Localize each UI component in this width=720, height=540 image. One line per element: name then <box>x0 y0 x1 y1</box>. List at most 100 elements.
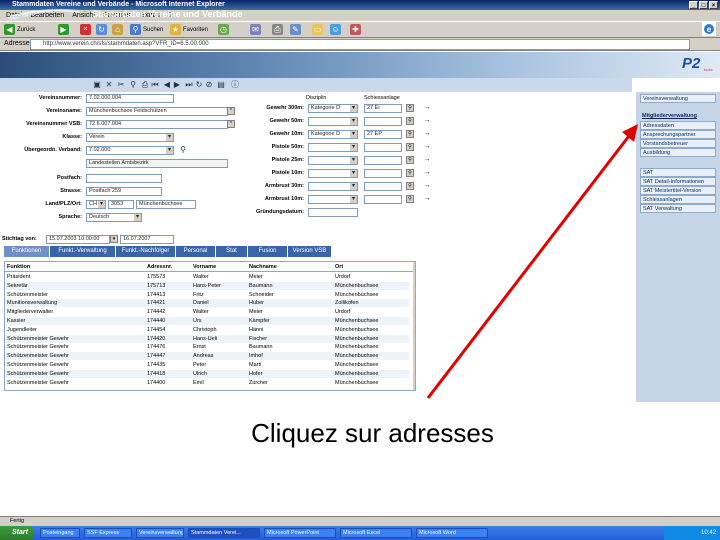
taskbar-item[interactable]: Vereinsverwaltung <box>136 528 184 538</box>
prev-record-icon[interactable]: ◀ <box>162 80 172 90</box>
search-label[interactable]: Suchen <box>143 24 163 36</box>
input-stichtag-to[interactable]: 16.07.2007 <box>120 235 174 244</box>
column-header-nachname[interactable]: Nachname <box>249 264 277 270</box>
taskbar-item[interactable]: Microsoft PowerPoint <box>264 528 336 538</box>
taskbar-item[interactable]: Stammdaten Verei... <box>188 528 260 538</box>
info-icon[interactable]: ⓘ <box>230 80 240 90</box>
scissors-icon[interactable]: ✂ <box>116 80 126 90</box>
print-icon[interactable]: ⎙ <box>140 80 150 90</box>
close-icon[interactable]: × <box>709 1 718 9</box>
search-anlage-icon[interactable]: ⚲ <box>406 156 414 164</box>
input-vereinsnummer-vsb[interactable]: 72.6.007.004 <box>86 120 228 129</box>
start-button[interactable]: Start <box>0 526 34 540</box>
select-disziplin[interactable] <box>308 156 358 165</box>
input-strasse[interactable]: Postfach 259 <box>86 187 162 196</box>
select-klasse[interactable]: Verein <box>86 133 174 142</box>
nav-adressdaten[interactable]: Adressdaten <box>640 121 716 130</box>
column-header-ort[interactable]: Ort <box>335 264 343 270</box>
vereinsnummer-vsb-more-button[interactable]: * <box>227 120 235 128</box>
taskbar-item[interactable]: SSF Express <box>84 528 132 538</box>
input-schiessanlage[interactable] <box>364 195 402 204</box>
vereinsname-more-button[interactable]: * <box>227 107 235 115</box>
input-vereinsnummer[interactable]: 7.02.000.004 <box>86 94 174 103</box>
input-vereinsname[interactable]: Münchenbuchsee Feldschützen <box>86 107 228 116</box>
goto-anlage-icon[interactable]: → <box>422 130 432 138</box>
select-disziplin[interactable] <box>308 117 358 126</box>
search-icon[interactable]: ⚲ <box>130 24 141 35</box>
address-input[interactable]: http://www.verein.ch/sfs/stammdaten.asp?… <box>30 39 690 50</box>
goto-anlage-icon[interactable]: → <box>422 156 432 164</box>
search-anlage-icon[interactable]: ⚲ <box>406 104 414 112</box>
goto-anlage-icon[interactable]: → <box>422 182 432 190</box>
search-anlage-icon[interactable]: ⚲ <box>406 117 414 125</box>
save-icon[interactable]: ▣ <box>92 80 102 90</box>
stop-icon[interactable]: × <box>80 24 91 35</box>
goto-anlage-icon[interactable]: → <box>422 143 432 151</box>
favorites-label[interactable]: Favoriten <box>183 24 208 36</box>
tab-stat[interactable]: Stat <box>216 246 248 257</box>
input-schiessanlage[interactable]: 27 EP <box>364 130 402 139</box>
select-disziplin[interactable] <box>308 182 358 191</box>
input-schiessanlage[interactable] <box>364 117 402 126</box>
tab-funktionen[interactable]: Funktionen <box>4 246 50 257</box>
nav-vorstandsbetreuer[interactable]: Vorstandsbetreuer <box>640 139 716 148</box>
search-anlage-icon[interactable]: ⚲ <box>406 169 414 177</box>
nav-sat-detail[interactable]: SAT Detail-Informationen <box>640 177 716 186</box>
select-disziplin[interactable] <box>308 169 358 178</box>
cancel-icon[interactable]: ⊘ <box>204 80 214 90</box>
select-disziplin[interactable]: Kategorie D <box>308 104 358 113</box>
search-anlage-icon[interactable]: ⚲ <box>406 182 414 190</box>
input-schiessanlage[interactable] <box>364 156 402 165</box>
column-header-adressnr[interactable]: Adressnr. <box>147 264 172 270</box>
select-uebergeordneter-verband[interactable]: 7.02.000 <box>86 146 174 155</box>
input-plz[interactable]: 3053 <box>108 200 134 209</box>
taskbar-item[interactable]: Microsoft Excel <box>340 528 412 538</box>
goto-anlage-icon[interactable]: → <box>422 117 432 125</box>
nav-sat[interactable]: SAT <box>640 168 716 177</box>
print-icon[interactable]: ⎙ <box>272 24 283 35</box>
input-schiessanlage[interactable] <box>364 182 402 191</box>
search-anlage-icon[interactable]: ⚲ <box>406 143 414 151</box>
home-icon[interactable]: ⌂ <box>112 24 123 35</box>
goto-anlage-icon[interactable]: → <box>422 169 432 177</box>
select-disziplin[interactable] <box>308 195 358 204</box>
tools-icon[interactable]: ✕ <box>104 80 114 90</box>
select-sprache[interactable]: Deutsch <box>86 213 142 222</box>
tab-funkt-verwaltung[interactable]: Funkt.-Verwaltung <box>50 246 116 257</box>
folder-icon[interactable]: ▭ <box>312 24 323 35</box>
search-verband-icon[interactable]: ⚲ <box>178 145 188 155</box>
nav-ansprechungspartner[interactable]: Ansprechungspartner <box>640 130 716 139</box>
document-icon[interactable]: ▤ <box>216 80 226 90</box>
table-scrollbar[interactable] <box>413 262 415 390</box>
input-gruendungsdatum[interactable] <box>308 208 358 217</box>
tab-version-vsb[interactable]: Version VSB <box>288 246 332 257</box>
back-label[interactable]: Zurück <box>17 24 35 36</box>
nav-sat-verwaltung[interactable]: SAT Verwaltung <box>640 204 716 213</box>
taskbar-item[interactable]: Posteingang <box>40 528 80 538</box>
last-record-icon[interactable]: ⏭ <box>184 80 194 90</box>
select-land[interactable]: CH <box>86 200 106 209</box>
input-schiessanlage[interactable] <box>364 143 402 152</box>
next-record-icon[interactable]: ▶ <box>172 80 182 90</box>
tab-funkt-nachfolger[interactable]: Funkt.-Nachfolger <box>116 246 176 257</box>
nav-vereinsverwaltung[interactable]: Vereinsverwaltung <box>640 94 716 103</box>
edit-icon[interactable]: ✎ <box>290 24 301 35</box>
back-icon[interactable]: ◀ <box>4 24 15 35</box>
stichtag-calendar-button[interactable]: ▾ <box>110 235 118 243</box>
input-stichtag-from[interactable]: 15.07.2003 10:00:00 <box>46 235 110 244</box>
messenger-icon[interactable]: ☺ <box>330 24 341 35</box>
input-postfach[interactable] <box>86 174 162 183</box>
column-header-vorname[interactable]: Vorname <box>193 264 216 270</box>
search-anlage-icon[interactable]: ⚲ <box>406 195 414 203</box>
input-schiessanlage[interactable] <box>364 169 402 178</box>
refresh-icon[interactable]: ↻ <box>194 80 204 90</box>
favorites-icon[interactable]: ★ <box>170 24 181 35</box>
forward-icon[interactable]: ▶ <box>58 24 69 35</box>
input-ort[interactable]: Münchenbuchsee <box>136 200 196 209</box>
maximize-icon[interactable]: □ <box>699 1 708 9</box>
mail-icon[interactable]: ✉ <box>250 24 261 35</box>
input-schiessanlage[interactable]: 27 Ei <box>364 104 402 113</box>
nav-sat-meistertitel[interactable]: SAT Meistertitel-Version <box>640 186 716 195</box>
select-disziplin[interactable] <box>308 143 358 152</box>
search-icon[interactable]: ⚲ <box>128 80 138 90</box>
